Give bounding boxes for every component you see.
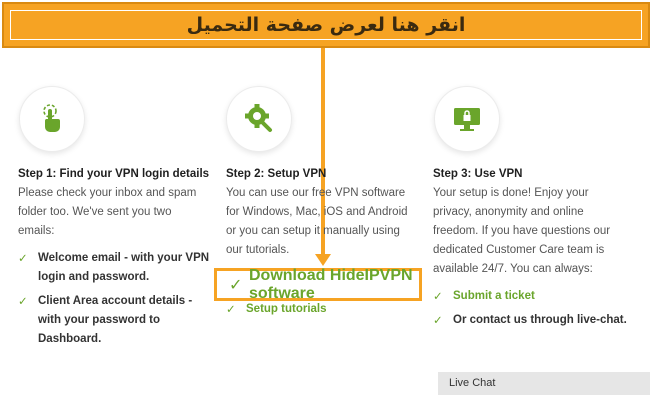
- step-3-desc-line: available 24/7. You can always:: [433, 263, 593, 275]
- list-item-line: with your password to: [38, 314, 161, 326]
- checkmark-icon: ✓: [18, 251, 28, 265]
- step-2-title: Step 2: Setup VPN: [226, 168, 327, 180]
- step-3-list: ✓ Submit a ticket ✓ Or contact us throug…: [433, 287, 645, 330]
- live-chat-button[interactable]: Live Chat: [438, 372, 650, 395]
- list-item-line: login and password.: [38, 271, 150, 283]
- list-item: ✓ Setup tutorials: [226, 300, 327, 319]
- step-1-list: ✓ Welcome email - with your VPN login an…: [18, 249, 218, 349]
- step-3-column: Step 3: Use VPN Your setup is done! Enjo…: [433, 168, 645, 335]
- step-1-title: Step 1: Find your VPN login details: [18, 168, 210, 180]
- checkmark-icon: ✓: [433, 313, 443, 327]
- annotation-banner-text: انقر هنا لعرض صفحة التحميل: [186, 14, 466, 36]
- setup-tutorials-link[interactable]: Setup tutorials: [246, 300, 327, 319]
- gear-wrench-icon: [226, 86, 292, 152]
- step-1-desc-line: emails:: [18, 225, 55, 237]
- list-item: ✓ Client Area account details - with you…: [18, 292, 218, 349]
- list-item: ✓ Or contact us through live-chat.: [433, 311, 645, 330]
- step-2-description: You can use our free VPN software for Wi…: [226, 184, 426, 260]
- list-item-line: Dashboard.: [38, 333, 102, 345]
- list-item-line: Welcome email - with your VPN: [38, 252, 210, 264]
- checkmark-icon: ✓: [18, 294, 28, 308]
- annotation-banner: انقر هنا لعرض صفحة التحميل: [2, 2, 650, 48]
- checkmark-icon: ✓: [433, 289, 443, 303]
- annotation-banner-inner: انقر هنا لعرض صفحة التحميل: [10, 10, 642, 40]
- list-item-text: Welcome email - with your VPN login and …: [38, 249, 209, 287]
- checkmark-icon: ✓: [229, 275, 243, 294]
- list-item: ✓ Welcome email - with your VPN login an…: [18, 249, 218, 287]
- step-2-column: Step 2: Setup VPN You can use our free V…: [226, 168, 426, 260]
- step-3-title: Step 3: Use VPN: [433, 168, 523, 180]
- step-1-desc-line: folder too. We've sent you two: [18, 206, 172, 218]
- hand-pointer-icon: [19, 86, 85, 152]
- step-3-desc-line: freedom. If you have questions our: [433, 225, 611, 237]
- download-highlight-box[interactable]: ✓ Download HideIPVPN software: [214, 267, 422, 303]
- step-3-desc-line: Your setup is done! Enjoy your: [433, 187, 589, 199]
- step-3-desc-line: dedicated Customer Care team is: [433, 244, 605, 256]
- step-3-desc-line: privacy, anonymity and online: [433, 206, 584, 218]
- download-software-link[interactable]: Download HideIPVPN software: [249, 267, 419, 303]
- live-chat-label: Live Chat: [449, 377, 496, 389]
- list-item-line: Client Area account details -: [38, 295, 193, 307]
- step-2-desc-line: our tutorials.: [226, 244, 290, 256]
- submit-ticket-link[interactable]: Submit a ticket: [453, 287, 535, 306]
- step-1-desc-line: Please check your inbox and spam: [18, 187, 197, 199]
- list-item: ✓ Submit a ticket: [433, 287, 645, 306]
- list-item-text: Client Area account details - with your …: [38, 292, 192, 349]
- step-3-description: Your setup is done! Enjoy your privacy, …: [433, 184, 645, 279]
- step-2-desc-line: for Windows, Mac, iOS and Android: [226, 206, 408, 218]
- monitor-lock-icon: [434, 86, 500, 152]
- step-1-description: Please check your inbox and spam folder …: [18, 184, 218, 241]
- checkmark-icon: ✓: [226, 302, 236, 316]
- step-1-column: Step 1: Find your VPN login details Plea…: [18, 168, 218, 354]
- step-2-desc-line: or you can setup it manually using: [226, 225, 400, 237]
- live-chat-note: Or contact us through live-chat.: [453, 314, 627, 326]
- step-2-desc-line: You can use our free VPN software: [226, 187, 406, 199]
